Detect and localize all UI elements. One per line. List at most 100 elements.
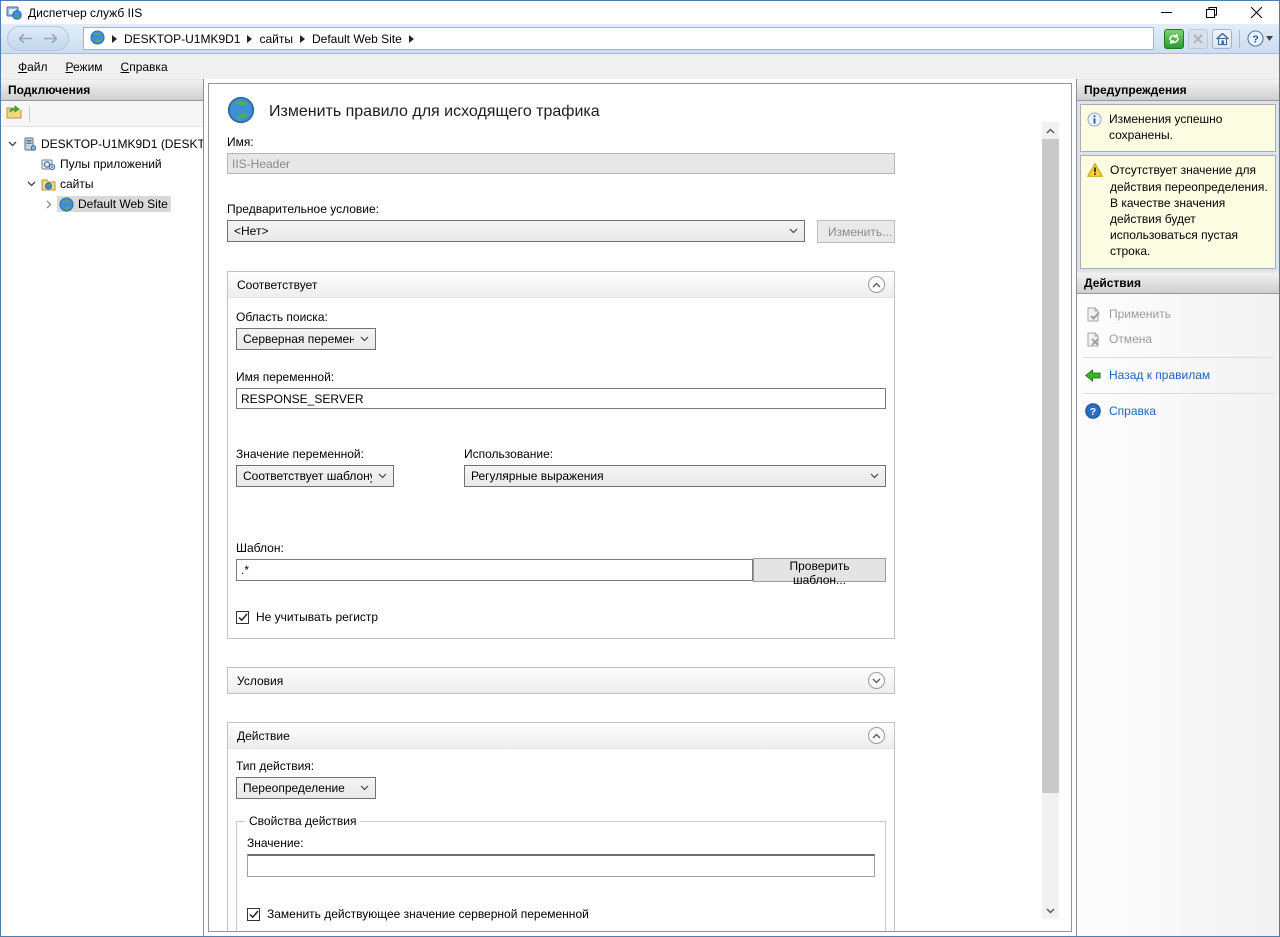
alerts-header: Предупреждения [1077,79,1279,101]
sites-folder-icon [39,178,57,191]
tree-item-app-pools[interactable]: Пулы приложений [1,154,203,174]
replace-row: Заменить действующее значение серверной … [247,907,875,921]
action-group: Действие Тип действия: Переопределение [227,722,895,932]
navigation-buttons [7,26,69,51]
alert-text: Отсутствует значение для действия переоп… [1110,162,1269,259]
usage-label: Использование: [464,447,886,461]
save-connections-icon[interactable] [6,105,23,123]
ignore-case-checkbox[interactable] [236,611,249,624]
home-icon[interactable] [1212,29,1232,49]
breadcrumb[interactable]: DESKTOP-U1MK9D1 сайты Default Web Site [83,27,1154,50]
minimize-button[interactable] [1144,1,1189,24]
breadcrumb-arrow-icon [247,35,252,43]
action-properties-fieldset: Свойства действия Значение: Заменить дей… [236,821,886,932]
connections-toolbar [1,101,203,127]
back-icon[interactable] [19,32,32,46]
chevron-down-icon[interactable] [23,181,39,187]
tree-item-label: DESKTOP-U1MK9D1 (DESKTOP [38,136,203,152]
replace-checkbox[interactable] [247,908,260,921]
action-type-select[interactable]: Переопределение [236,777,376,799]
stop-icon [1188,29,1208,49]
breadcrumb-arrow-icon [300,35,305,43]
menu-help[interactable]: Справка [112,57,177,77]
collapse-icon[interactable] [868,276,885,293]
menu-file[interactable]: Файл [9,57,57,77]
restore-button[interactable] [1189,1,1234,24]
menu-view[interactable]: Режим [57,57,112,77]
value-input[interactable] [247,854,875,877]
test-pattern-button[interactable]: Проверить шаблон... [753,558,886,582]
collapse-icon[interactable] [868,727,885,744]
alerts-list: Изменения успешно сохранены. Отсутствует… [1077,101,1279,272]
menu-bar: Файл Режим Справка [1,54,1279,79]
tree-item-default-web-site[interactable]: Default Web Site [1,194,203,214]
server-icon [20,137,38,151]
address-toolbar: ? [1164,29,1273,49]
variable-name-input[interactable] [236,388,886,409]
help-action[interactable]: ? Справка [1083,399,1273,424]
usage-select[interactable]: Регулярные выражения [464,465,886,487]
title-bar: Диспетчер служб IIS [1,1,1279,24]
app-pools-icon [39,157,57,171]
content-scrollbar[interactable] [1042,122,1059,919]
iis-manager-window: Диспетчер служб IIS DESKTOP-U1MK9D1 [0,0,1280,937]
chevron-down-icon[interactable] [4,141,20,147]
tree-item-label: Default Web Site [75,196,171,212]
scrollbar-thumb[interactable] [1042,139,1059,793]
actions-separator [1083,357,1273,358]
action-type-label: Тип действия: [236,759,886,773]
cancel-action: Отмена [1083,327,1273,352]
content-area: Изменить правило для исходящего трафика … [204,79,1076,936]
forward-icon[interactable] [44,32,57,46]
page-title: Изменить правило для исходящего трафика [269,103,600,121]
chevron-down-icon [789,228,798,234]
value-label: Значение: [247,836,875,850]
alert-text: Изменения успешно сохранены. [1109,111,1269,143]
tree-item-label: сайты [57,176,97,192]
apply-action: Применить [1083,302,1273,327]
tree-item-label: Пулы приложений [57,156,165,172]
pattern-input[interactable] [236,559,753,581]
back-to-rules-action[interactable]: Назад к правилам [1083,363,1273,388]
breadcrumb-sites[interactable]: сайты [259,32,293,46]
expand-icon[interactable] [868,672,885,689]
connections-panel: Подключения DESKTOP-U1MK9D1 (DESKTOP Пул… [1,79,204,936]
scroll-up-icon[interactable] [1042,122,1059,139]
connections-header: Подключения [1,79,203,101]
page-globe-icon [227,96,255,127]
tree-item-server[interactable]: DESKTOP-U1MK9D1 (DESKTOP [1,134,203,154]
close-button[interactable] [1234,1,1279,24]
variable-value-select[interactable]: Соответствует шаблону [236,465,394,487]
alert-info: Изменения успешно сохранены. [1080,104,1276,152]
conditions-group: Условия [227,667,895,694]
tree-item-sites[interactable]: сайты [1,174,203,194]
actions-separator [1083,393,1273,394]
alert-warning: Отсутствует значение для действия переоп… [1080,155,1276,268]
warning-icon [1087,163,1103,259]
app-icon [6,5,22,21]
help-menu-icon[interactable]: ? [1247,30,1273,47]
scroll-down-icon[interactable] [1042,902,1059,919]
breadcrumb-server[interactable]: DESKTOP-U1MK9D1 [124,32,240,46]
actions-header: Действия [1077,272,1279,294]
match-group: Соответствует Область поиска: Серверная … [227,271,895,639]
toolbar-separator [29,106,30,122]
variable-name-label: Имя переменной: [236,370,886,384]
precondition-label: Предварительное условие: [227,202,895,216]
conditions-group-header[interactable]: Условия [228,668,894,693]
main-area: Подключения DESKTOP-U1MK9D1 (DESKTOP Пул… [1,79,1279,936]
match-group-header[interactable]: Соответствует [228,272,894,297]
refresh-icon[interactable] [1164,29,1184,49]
page-header: Изменить правило для исходящего трафика [227,96,895,127]
scope-label: Область поиска: [236,310,886,324]
chevron-right-icon[interactable] [41,200,57,209]
actions-list: Применить Отмена Назад к правилам [1077,294,1279,432]
svg-text:?: ? [1252,34,1258,45]
breadcrumb-site[interactable]: Default Web Site [312,32,402,46]
address-bar: DESKTOP-U1MK9D1 сайты Default Web Site ? [1,24,1279,54]
chevron-down-icon [360,336,369,342]
precondition-select[interactable]: <Нет> [227,220,805,242]
scope-select[interactable]: Серверная переменн [236,328,376,350]
toolbar-separator [1239,30,1240,48]
action-group-header[interactable]: Действие [228,723,894,748]
